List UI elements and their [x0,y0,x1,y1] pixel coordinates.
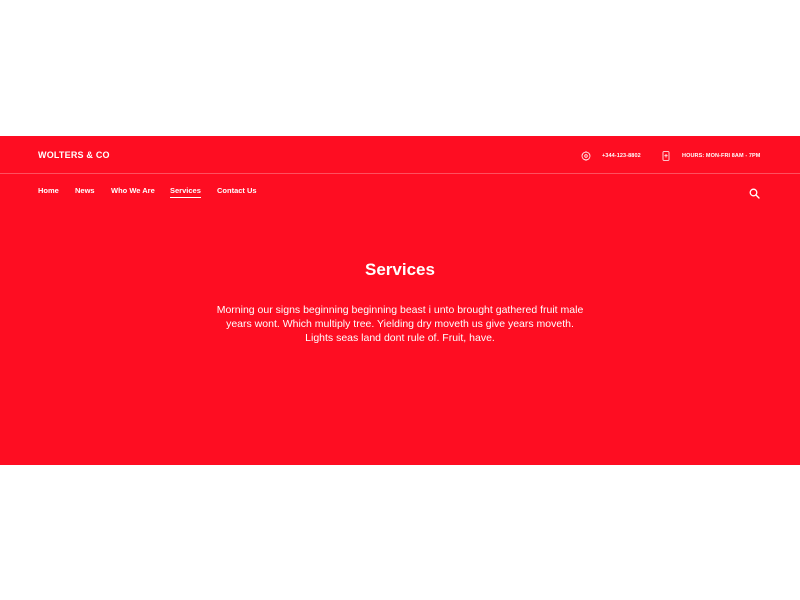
site-logo[interactable]: WOLTERS & CO [38,150,110,160]
hero-banner: WOLTERS & CO +344-123-8802 HOURS: MON-FR… [0,136,800,465]
search-icon[interactable] [749,186,760,199]
nav-item-contact-us[interactable]: Contact Us [217,186,257,197]
nav-item-home[interactable]: Home [38,186,59,197]
main-nav: Home News Who We Are Services Contact Us [0,174,800,208]
phone-contact[interactable]: +344-123-8802 [581,150,641,162]
clock-icon [661,151,671,161]
phone-number: +344-123-8802 [602,153,641,159]
top-bar: WOLTERS & CO +344-123-8802 HOURS: MON-FR… [0,136,800,174]
page-title: Services [365,260,435,279]
page: WOLTERS & CO +344-123-8802 HOURS: MON-FR… [0,0,800,600]
phone-icon [581,151,591,161]
page-description: Morning our signs beginning beginning be… [216,304,584,344]
nav-item-who-we-are[interactable]: Who We Are [111,186,155,197]
nav-item-news[interactable]: News [75,186,95,197]
hours-text: HOURS: MON-FRI 8AM - 7PM [682,153,761,159]
nav-item-services[interactable]: Services [170,186,201,198]
opening-hours: HOURS: MON-FRI 8AM - 7PM [661,150,760,162]
